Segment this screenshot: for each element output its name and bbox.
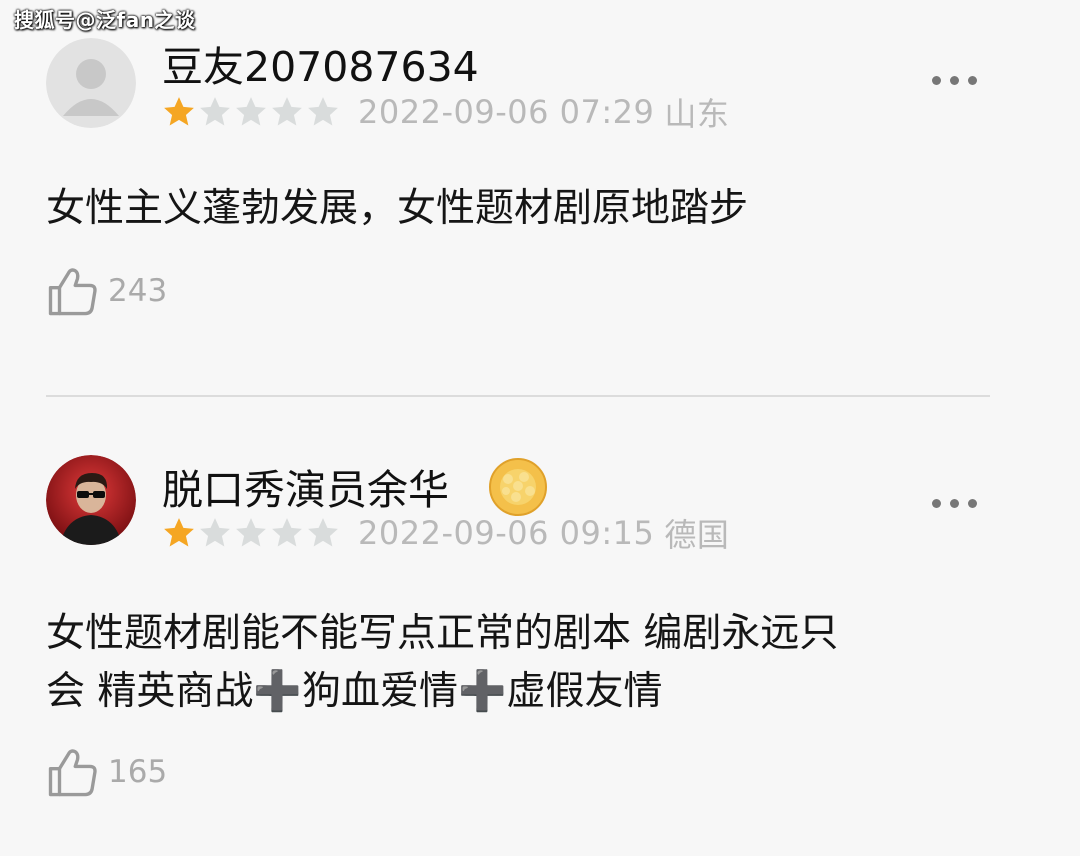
comment-meta: 2022-09-06 09:15 德国	[162, 514, 729, 554]
comment-text-line: 会 精英商战➕狗血爱情➕虚假友情	[46, 669, 663, 714]
star-empty-icon	[272, 97, 302, 126]
pineapple-bun-badge-icon	[488, 457, 548, 517]
comment-divider	[46, 395, 990, 397]
like-button[interactable]: 243	[46, 264, 167, 318]
more-dot-icon	[950, 499, 959, 508]
more-options-button[interactable]	[932, 499, 977, 508]
star-empty-icon	[308, 518, 338, 547]
star-empty-icon	[200, 97, 230, 126]
default-avatar-icon	[46, 38, 136, 128]
star-filled-icon	[164, 97, 194, 126]
thumbs-up-icon	[48, 268, 97, 316]
like-button[interactable]: 165	[46, 745, 167, 799]
thumbs-up-icon	[48, 749, 97, 797]
comment-text: 女性主义蓬勃发展，女性题材剧原地踏步	[46, 186, 749, 231]
comment-datetime: 2022-09-06 09:15	[358, 514, 655, 552]
comment-text: 女性题材剧能不能写点正常的剧本 编剧永远只 会 精英商战➕狗血爱情➕虚假友情	[46, 605, 1006, 721]
like-count: 165	[108, 754, 168, 790]
more-dot-icon	[968, 499, 977, 508]
star-empty-icon	[272, 518, 302, 547]
like-count: 243	[108, 273, 168, 309]
more-dot-icon	[968, 76, 977, 85]
comment-location: 山东	[664, 95, 730, 133]
star-empty-icon	[236, 518, 266, 547]
star-empty-icon	[236, 97, 266, 126]
comment-location: 德国	[664, 516, 730, 554]
username[interactable]: 脱口秀演员余华	[162, 465, 449, 515]
star-rating	[162, 516, 340, 550]
comment-datetime: 2022-09-06 07:29	[358, 93, 655, 131]
more-dot-icon	[932, 499, 941, 508]
comment-text-line: 女性题材剧能不能写点正常的剧本 编剧永远只	[46, 611, 839, 656]
watermark: 搜狐号@泛fan之谈	[14, 8, 196, 32]
star-empty-icon	[200, 518, 230, 547]
star-empty-icon	[308, 97, 338, 126]
username[interactable]: 豆友207087634	[162, 42, 479, 92]
star-rating	[162, 95, 340, 129]
photo-avatar-icon	[46, 455, 136, 545]
more-dot-icon	[950, 76, 959, 85]
comment-meta: 2022-09-06 07:29 山东	[162, 93, 729, 133]
more-options-button[interactable]	[932, 76, 977, 85]
avatar[interactable]	[46, 455, 136, 545]
more-dot-icon	[932, 76, 941, 85]
avatar[interactable]	[46, 38, 136, 128]
star-filled-icon	[164, 518, 194, 547]
